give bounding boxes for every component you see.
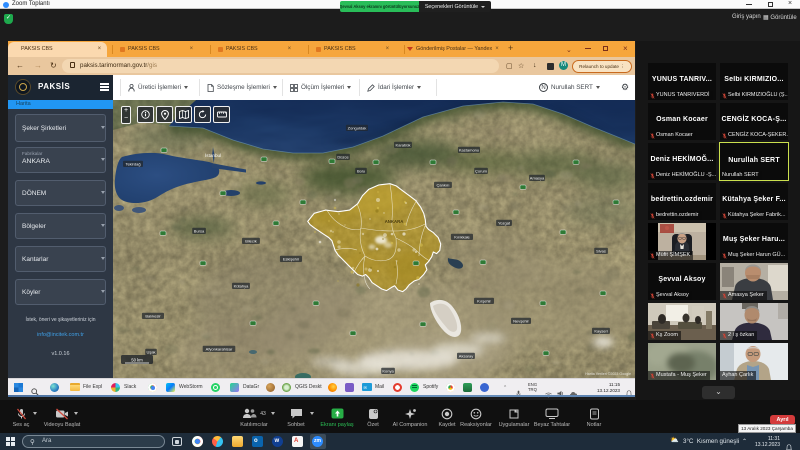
svg-text:Bursa: Bursa [194,229,205,234]
svg-text:Kastamonu: Kastamonu [459,148,479,153]
svg-text:Afyonkarahisar: Afyonkarahisar [206,347,233,352]
svg-text:Zonguldak: Zonguldak [348,126,367,131]
svg-text:Kırşehir: Kırşehir [477,299,491,304]
svg-text:Çankırı: Çankırı [437,183,450,188]
svg-text:Uşak: Uşak [146,350,155,355]
svg-text:Düzce: Düzce [337,155,349,160]
svg-text:Kırıkkale: Kırıkkale [454,235,470,240]
svg-text:Sivas: Sivas [596,249,606,254]
svg-text:Balıkesir: Balıkesir [145,314,161,319]
svg-text:Kütahya: Kütahya [234,284,249,289]
svg-text:Yozgat: Yozgat [498,221,511,226]
svg-text:Bolu: Bolu [357,169,365,174]
svg-text:İstanbul: İstanbul [205,152,221,158]
svg-text:Bilecik: Bilecik [245,239,257,244]
svg-text:50 km: 50 km [131,358,143,363]
svg-text:Karabük: Karabük [396,143,411,148]
svg-text:Tekirdağ: Tekirdağ [125,162,140,167]
svg-text:Eskişehir: Eskişehir [283,257,300,262]
svg-text:Amasya: Amasya [530,176,545,181]
svg-text:Aksaray: Aksaray [459,354,473,359]
svg-text:Konya: Konya [382,369,394,374]
svg-text:ANKARA: ANKARA [385,219,404,224]
svg-text:Nevşehir: Nevşehir [513,319,529,324]
svg-text:Harita Verileri ©2023 Google: Harita Verileri ©2023 Google [585,372,631,376]
svg-text:Kayseri: Kayseri [594,329,607,334]
svg-text:Çorum: Çorum [475,169,488,174]
